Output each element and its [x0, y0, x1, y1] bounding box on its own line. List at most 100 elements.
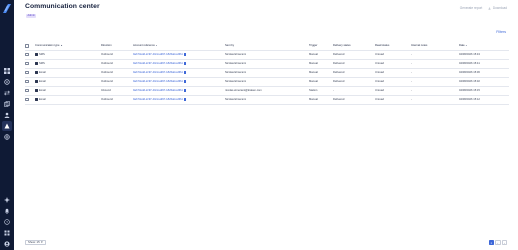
- delivery-status-cell: Delivered: [333, 59, 375, 69]
- external-link-icon[interactable]: [183, 71, 187, 74]
- date-cell: 04/08/2026 15:43: [459, 50, 509, 60]
- delivery-status-cell: Delivered: [333, 68, 375, 78]
- trigger-cell: Station: [309, 86, 333, 96]
- message-icon: [35, 98, 38, 101]
- read-status-cell: Unread: [375, 77, 411, 87]
- delivery-status-cell: Delivered: [333, 77, 375, 87]
- select-all-checkbox[interactable]: [25, 43, 29, 48]
- message-icon: [35, 80, 38, 83]
- communication-icon[interactable]: [4, 123, 10, 129]
- message-icon: [35, 53, 38, 56]
- row-checkbox[interactable]: [25, 79, 29, 84]
- column-header[interactable]: Communication type▲: [35, 42, 101, 51]
- column-header[interactable]: Trigger: [309, 42, 333, 51]
- sent-by-cell: Nicolas Elmerami: [225, 68, 309, 78]
- row-checkbox[interactable]: [25, 61, 29, 66]
- sent-by-cell: Nicolas Elmerami: [225, 77, 309, 87]
- row-checkbox[interactable]: [25, 97, 29, 102]
- direction-cell: Inbound: [101, 86, 133, 96]
- account-reference-link[interactable]: 9ab73edd-2c97-40cd-a997-1826abce9fbc: [133, 62, 225, 65]
- user-icon[interactable]: [4, 112, 10, 118]
- download-button[interactable]: Download: [488, 6, 507, 10]
- column-header[interactable]: Direction: [101, 42, 133, 51]
- logo-icon[interactable]: [3, 4, 11, 13]
- table-row[interactable]: Email Inbound 9ab73edd-2c97-40cd-a997-1826…: [25, 86, 509, 96]
- filters-button[interactable]: Filters: [496, 30, 506, 34]
- column-header[interactable]: Internal notes: [411, 42, 459, 51]
- table-row[interactable]: Email Outbound 9ab73edd-2c97-40cd-a997-182…: [25, 77, 509, 87]
- filters-label: Filters: [496, 30, 506, 34]
- date-cell: 04/08/2026 15:15: [459, 86, 509, 96]
- column-header[interactable]: Delivery status: [333, 42, 375, 51]
- trigger-cell: Manual: [309, 68, 333, 78]
- table-footer: Show: 15 ▾ 1 ‹ ›: [25, 240, 507, 246]
- bell-icon[interactable]: [4, 208, 10, 214]
- arrows-icon[interactable]: [4, 90, 10, 96]
- account-reference-link[interactable]: 9ab73edd-2c97-40cd-a997-1826abce9fbc: [133, 53, 225, 56]
- chevron-down-icon: ▾: [41, 240, 43, 244]
- table-row[interactable]: SMS Outbound 9ab73edd-2c97-40cd-a997-1826a…: [25, 50, 509, 60]
- row-checkbox[interactable]: [25, 70, 29, 75]
- external-link-icon[interactable]: [183, 62, 187, 65]
- sort-icon: ▾: [155, 45, 157, 48]
- communications-table: Communication type▲ Direction Account re…: [25, 42, 509, 105]
- direction-cell: Outbound: [101, 50, 133, 60]
- read-status-cell: Unread: [375, 59, 411, 69]
- download-label: Download: [492, 6, 507, 10]
- internal-notes-cell: -: [411, 68, 459, 78]
- direction-cell: Outbound: [101, 59, 133, 69]
- pagination: 1 ‹ ›: [488, 240, 507, 245]
- internal-notes-cell: -: [411, 86, 459, 96]
- delivery-status-cell: Delivered: [333, 50, 375, 60]
- row-checkbox[interactable]: [25, 88, 29, 93]
- table-row[interactable]: Email Outbound 9ab73edd-2c97-40cd-a997-182…: [25, 68, 509, 78]
- sparkle-icon[interactable]: [4, 197, 10, 203]
- page-1-button[interactable]: 1: [488, 240, 494, 245]
- grid-icon[interactable]: [4, 68, 10, 74]
- generate-report-button[interactable]: Generate report: [460, 6, 483, 10]
- external-link-icon[interactable]: [183, 98, 187, 101]
- external-link-icon[interactable]: [183, 80, 187, 83]
- settings-icon[interactable]: [4, 79, 10, 85]
- internal-notes-cell: -: [411, 95, 459, 105]
- sort-icon: ▾: [465, 45, 467, 48]
- delivery-status-cell: Delivered: [333, 95, 375, 105]
- sent-by-cell: Nicolas Elmerami: [225, 50, 309, 60]
- download-icon: [488, 6, 491, 10]
- page-size-select[interactable]: Show: 15 ▾: [25, 240, 46, 245]
- message-icon: [35, 62, 38, 65]
- column-header[interactable]: Sent by: [225, 42, 309, 51]
- row-checkbox[interactable]: [25, 52, 29, 57]
- next-page-button[interactable]: ›: [501, 240, 507, 245]
- main-content: Communication center Admin Generate repo…: [14, 0, 518, 250]
- table-row[interactable]: Email Outbound 9ab73edd-2c97-40cd-a997-182…: [25, 95, 509, 105]
- external-link-icon[interactable]: [183, 89, 187, 92]
- direction-cell: Outbound: [101, 77, 133, 87]
- apps-icon[interactable]: [4, 230, 10, 236]
- sort-icon: ▲: [60, 45, 63, 48]
- page-size-label: Show: 15: [28, 240, 40, 244]
- account-reference-link[interactable]: 9ab73edd-2c97-40cd-a997-1826abce9fbc: [133, 98, 225, 101]
- date-cell: 04/08/2026 15:32: [459, 77, 509, 87]
- column-header[interactable]: Account reference▾: [133, 42, 225, 51]
- sidebar: ?: [0, 0, 14, 250]
- table-row[interactable]: SMS Outbound 9ab73edd-2c97-40cd-a997-1826a…: [25, 59, 509, 69]
- copy-icon[interactable]: [4, 101, 10, 107]
- sent-by-cell: nicolas.elmerami@kraken.com: [225, 86, 309, 96]
- profile-icon[interactable]: [4, 241, 10, 247]
- trigger-cell: Manual: [309, 77, 333, 87]
- trigger-cell: Manual: [309, 95, 333, 105]
- previous-page-button[interactable]: ‹: [495, 240, 501, 245]
- column-header[interactable]: Read status: [375, 42, 411, 51]
- account-reference-link[interactable]: 9ab73edd-2c97-40cd-a997-1826abce9fbc: [133, 80, 225, 83]
- column-header[interactable]: Date▾: [459, 42, 509, 51]
- communication-type-cell: SMS: [35, 53, 101, 56]
- help-icon[interactable]: ?: [4, 219, 10, 225]
- globe-icon[interactable]: [4, 134, 10, 140]
- direction-cell: Outbound: [101, 95, 133, 105]
- external-link-icon[interactable]: [183, 53, 187, 56]
- account-reference-link[interactable]: 9ab73edd-2c97-40cd-a997-1826abce9fbc: [133, 71, 225, 74]
- account-reference-link[interactable]: 9ab73edd-2c97-40cd-a997-1826abce9fbc: [133, 89, 225, 92]
- read-status-cell: Unread: [375, 86, 411, 96]
- header-actions: Generate report Download: [460, 6, 507, 10]
